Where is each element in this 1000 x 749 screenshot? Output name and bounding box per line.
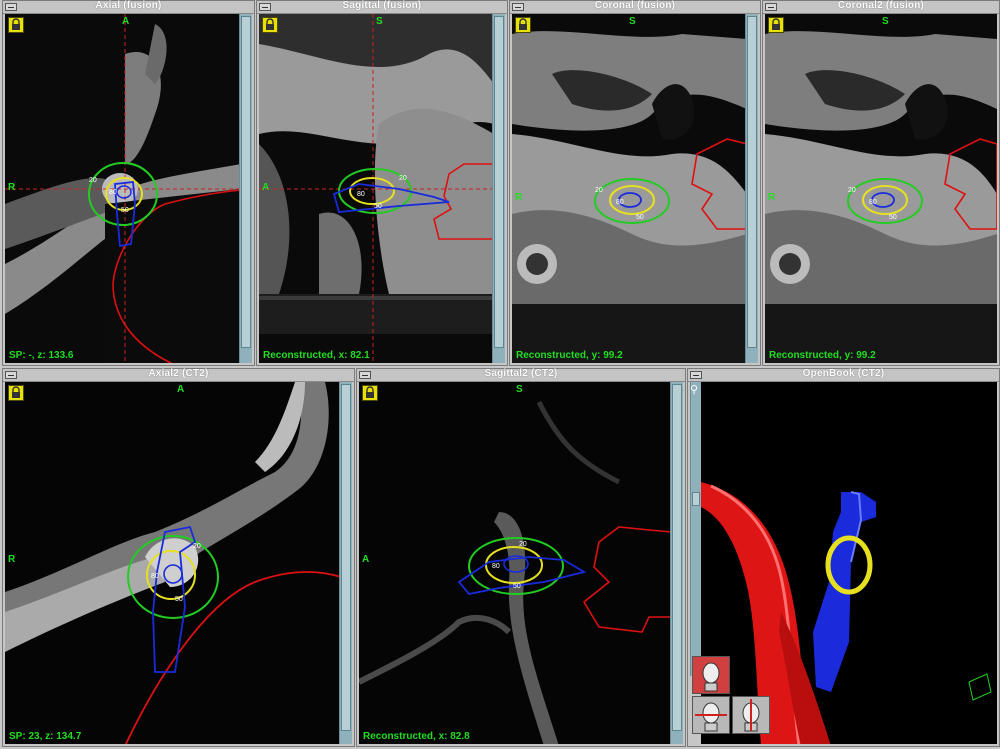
- status-readout: Reconstructed, x: 82.1: [263, 350, 370, 361]
- orientation-left: R: [768, 192, 776, 203]
- isodose-label-80: 80: [492, 563, 500, 570]
- orientation-top: S: [516, 384, 523, 395]
- panel-title: Sagittal (fusion): [342, 0, 422, 11]
- orientation-left: A: [262, 182, 270, 193]
- lock-icon[interactable]: [515, 17, 531, 33]
- panel-title: Sagittal2 (CT2): [484, 368, 558, 379]
- lock-icon[interactable]: [768, 17, 784, 33]
- panel-title: Coronal (fusion): [594, 0, 676, 11]
- isodose-label-80: 80: [869, 199, 877, 206]
- head-view-icon-3[interactable]: [732, 696, 770, 734]
- orientation-top: S: [629, 16, 636, 27]
- vertical-scrollbar[interactable]: [339, 382, 352, 744]
- status-readout: SP: 23, z: 134.7: [9, 731, 82, 742]
- panel-title: Axial (fusion): [95, 0, 162, 11]
- axial2-ct2-panel: Axial2 (CT2) 20 80 50 A R SP: 23, z: 134…: [2, 368, 355, 747]
- isodose-label-20: 20: [848, 187, 856, 194]
- lock-icon[interactable]: [8, 17, 24, 33]
- sagittal2-ct2-panel: Sagittal2 (CT2) 20 80 50 S A Reconstruct…: [356, 368, 686, 747]
- scrollbar-thumb[interactable]: [747, 16, 757, 348]
- isodose-label-50: 50: [513, 583, 521, 590]
- sagittal2-ct2-image: 20 80 50: [359, 382, 672, 744]
- isodose-label-50: 50: [889, 214, 897, 221]
- status-readout: Reconstructed, x: 82.8: [363, 731, 470, 742]
- isodose-label-50: 50: [636, 214, 644, 221]
- axial2-ct2-viewport[interactable]: 20 80 50 A R SP: 23, z: 134.7: [5, 382, 341, 744]
- panel-title: Coronal2 (fusion): [837, 0, 925, 11]
- axial-fusion-image: 20 80 50: [5, 14, 241, 363]
- head-view-icon-2[interactable]: [692, 696, 730, 734]
- axial-fusion-viewport[interactable]: 20 80 50 A R SP: -, z: 133.6: [5, 14, 241, 363]
- isodose-label-80: 80: [151, 573, 159, 580]
- panel-titlebar[interactable]: Axial2 (CT2): [3, 368, 354, 382]
- lock-icon[interactable]: [262, 17, 278, 33]
- isodose-label-80: 80: [109, 189, 117, 196]
- vertical-scrollbar[interactable]: [670, 382, 683, 744]
- scrollbar-thumb[interactable]: [672, 384, 682, 731]
- head-view-icon-1[interactable]: [692, 656, 730, 694]
- isodose-label-50: 50: [175, 596, 183, 603]
- isodose-label-50: 50: [374, 203, 382, 210]
- status-readout: Reconstructed, y: 99.2: [769, 350, 876, 361]
- openbook-ct2-panel: OpenBook (CT2) ⚲: [687, 368, 1000, 747]
- sagittal-fusion-viewport[interactable]: 20 80 50 S A Reconstructed, x: 82.1: [259, 14, 494, 363]
- isodose-label-80: 80: [616, 199, 624, 206]
- vertical-scrollbar[interactable]: [690, 382, 701, 676]
- scrollbar-thumb[interactable]: [341, 384, 351, 731]
- coronal-fusion-viewport[interactable]: 20 80 50 S R Reconstructed, y: 99.2: [512, 14, 747, 363]
- coronal2-fusion-panel: Coronal2 (fusion) 20 80 50 S R Reconstru…: [762, 0, 1000, 366]
- panel-title: Axial2 (CT2): [148, 368, 209, 379]
- status-readout: SP: -, z: 133.6: [9, 350, 74, 361]
- vertical-scrollbar[interactable]: [239, 14, 252, 363]
- isodose-label-50: 50: [121, 207, 129, 214]
- panel-titlebar[interactable]: Sagittal2 (CT2): [357, 368, 685, 382]
- openbook-3d-render: [701, 382, 997, 744]
- panel-titlebar[interactable]: Coronal2 (fusion): [763, 0, 999, 14]
- orientation-left: R: [8, 182, 16, 193]
- orientation-top: S: [376, 16, 383, 27]
- sagittal2-ct2-viewport[interactable]: 20 80 50 S A Reconstructed, x: 82.8: [359, 382, 672, 744]
- orientation-top: S: [882, 16, 889, 27]
- orientation-left: A: [362, 554, 370, 565]
- panel-titlebar[interactable]: OpenBook (CT2): [688, 368, 999, 382]
- orientation-left: R: [515, 192, 523, 203]
- scrollbar-thumb[interactable]: [241, 16, 251, 348]
- scrollbar-thumb[interactable]: [494, 16, 504, 348]
- scrollbar-thumb[interactable]: [692, 492, 700, 506]
- orientation-left: R: [8, 554, 16, 565]
- orientation-top: A: [122, 16, 130, 27]
- panel-titlebar[interactable]: Sagittal (fusion): [257, 0, 507, 14]
- isodose-label-20: 20: [519, 541, 527, 548]
- vertical-scrollbar[interactable]: [492, 14, 505, 363]
- lock-icon[interactable]: [8, 385, 24, 401]
- axial-fusion-panel: Axial (fusion) 20 80 50 A R SP: -, z: 13…: [2, 0, 255, 366]
- pin-icon[interactable]: ⚲: [690, 383, 698, 396]
- sagittal-fusion-panel: Sagittal (fusion) 20 80 50 S A Reconstru…: [256, 0, 508, 366]
- orientation-top: A: [177, 384, 185, 395]
- openbook-3d-viewport[interactable]: [701, 382, 997, 744]
- coronal2-fusion-viewport[interactable]: 20 80 50 S R Reconstructed, y: 99.2: [765, 14, 997, 363]
- sagittal-fusion-image: 20 80 50: [259, 14, 494, 363]
- isodose-label-20: 20: [89, 177, 97, 184]
- vertical-scrollbar[interactable]: [745, 14, 758, 363]
- isodose-label-20: 20: [193, 543, 201, 550]
- coronal2-fusion-image: 20 80 50: [765, 14, 997, 363]
- coronal-fusion-panel: Coronal (fusion) 20 80 50 S R Reconstruc…: [509, 0, 761, 366]
- isodose-label-20: 20: [595, 187, 603, 194]
- coronal-fusion-image: 20 80 50: [512, 14, 747, 363]
- status-readout: Reconstructed, y: 99.2: [516, 350, 623, 361]
- lock-icon[interactable]: [362, 385, 378, 401]
- panel-title: OpenBook (CT2): [802, 368, 885, 379]
- panel-titlebar[interactable]: Axial (fusion): [3, 0, 254, 14]
- isodose-label-80: 80: [357, 191, 365, 198]
- axial2-ct2-image: 20 80 50: [5, 382, 341, 744]
- panel-titlebar[interactable]: Coronal (fusion): [510, 0, 760, 14]
- isodose-label-20: 20: [399, 175, 407, 182]
